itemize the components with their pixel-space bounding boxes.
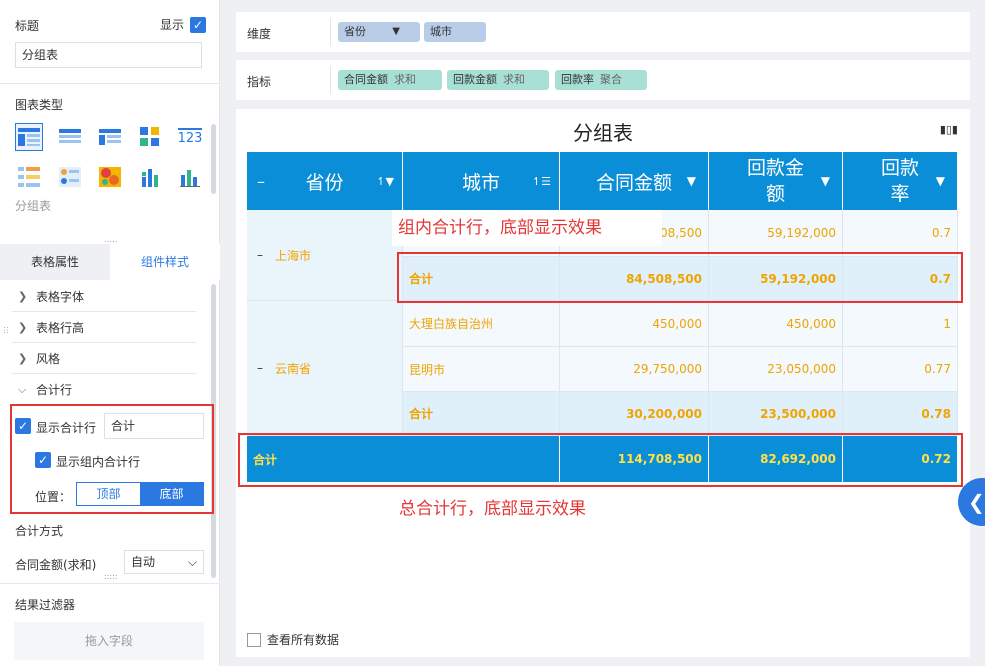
property-tabs: 表格属性 组件样式 <box>0 244 220 280</box>
position-label: 位置： <box>35 490 72 504</box>
payment-amount-cell: 23,050,000 <box>709 347 843 392</box>
agg-method-label: 合计方式 <box>15 524 64 538</box>
group-total-annotation: 组内合计行，底部显示效果 <box>392 210 662 246</box>
grouped-table-type-icon[interactable] <box>15 123 43 151</box>
selected-chart-type-name: 分组表 <box>15 199 52 213</box>
show-group-total-checkbox[interactable]: ✓ <box>35 452 51 468</box>
dropdown-arrow-icon[interactable]: ▼ <box>936 168 945 194</box>
tab-component-style[interactable]: 组件样式 <box>110 244 220 280</box>
province-cell-yunnan[interactable]: – 云南省 <box>247 301 403 436</box>
title-input[interactable]: 分组表 <box>15 42 202 68</box>
group-total-highlight <box>397 252 963 303</box>
measure-label: 指标 <box>247 75 272 89</box>
province-cell-shanghai[interactable]: – 上海市 <box>247 210 403 301</box>
tree-item-table-font[interactable]: ❯ 表格字体 <box>18 288 84 305</box>
tree-item-total-row[interactable]: ⌵ 合计行 <box>18 381 72 398</box>
checkbox-checked-icon[interactable]: ✓ <box>190 16 207 33</box>
tree-item-style[interactable]: ❯ 风格 <box>18 350 60 367</box>
city-cell: 昆明市 <box>403 347 560 392</box>
header-payment-rate[interactable]: 回款 率 ▼ <box>843 152 958 210</box>
subtotal-label-cell: 合计 <box>403 392 560 436</box>
subtotal-contract-amount: 30,200,000 <box>560 392 709 436</box>
dropdown-arrow-icon[interactable]: ▼ <box>687 174 696 188</box>
chevron-right-icon: ❯ <box>18 290 28 303</box>
agg-field-label: 合同金额(求和) <box>15 558 97 572</box>
toolbar-menu-icon[interactable]: ▮▯▮ <box>940 123 958 136</box>
table-title: 分组表 <box>573 121 633 145</box>
city-cell: 大理白族自治州 <box>403 301 560 347</box>
sort-icon[interactable]: ↿☰ <box>532 175 551 188</box>
show-total-label: 显示合计行 <box>36 421 97 435</box>
chevron-right-icon: ❯ <box>18 352 28 365</box>
dimension-chip-province[interactable]: 省份 ▼ <box>338 22 420 42</box>
payment-amount-cell: 450,000 <box>709 301 843 347</box>
tree-item-row-height[interactable]: ❯ 表格行高 <box>18 319 84 336</box>
measure-chip-contract-amount[interactable]: 合同金额 求和 <box>338 70 442 90</box>
result-filter-label: 结果过滤器 <box>15 598 76 612</box>
subtotal-payment-amount: 23,500,000 <box>709 392 843 436</box>
payment-amount-cell: 59,192,000 <box>709 210 843 257</box>
detail-table-type-icon[interactable] <box>56 123 84 151</box>
header-city[interactable]: 城市 ↿☰ <box>403 152 560 210</box>
heatmap-type-icon[interactable] <box>96 163 124 191</box>
contract-amount-cell: 29,750,000 <box>560 347 709 392</box>
measure-chip-payment-amount[interactable]: 回款金额 求和 <box>447 70 549 90</box>
header-contract-amount[interactable]: 合同金额 ▼ <box>560 152 709 210</box>
total-name-input[interactable]: 合计 <box>104 413 204 439</box>
position-bottom-option[interactable]: 底部 <box>140 483 203 505</box>
card-list-type-icon[interactable] <box>56 163 84 191</box>
colored-table-type-icon[interactable] <box>15 163 43 191</box>
chart-type-scrollbar[interactable] <box>211 124 216 194</box>
grand-total-highlight <box>238 433 963 487</box>
collapse-icon[interactable]: – <box>257 361 263 375</box>
cross-table-type-icon[interactable] <box>96 123 124 151</box>
show-group-total-label: 显示组内合计行 <box>56 455 141 469</box>
side-grip-icon[interactable]: ::: <box>2 326 11 334</box>
payment-rate-cell: 0.77 <box>843 347 958 392</box>
left-config-panel: 标题 显示 ✓ 分组表 图表类型 123 分组表 ::::: 表格属性 组件样式 <box>0 0 220 666</box>
checkbox-unchecked-icon[interactable] <box>247 632 261 647</box>
position-segmented-control: 顶部 底部 <box>76 482 204 506</box>
subtotal-payment-rate: 0.78 <box>843 392 958 436</box>
header-payment-amount[interactable]: 回款金 额 ▼ <box>709 152 843 210</box>
measure-bar: 指标 合同金额 求和 回款金额 求和 回款率 聚合 <box>236 60 970 100</box>
show-total-checkbox[interactable]: ✓ <box>15 418 31 434</box>
chart-type-label: 图表类型 <box>15 98 64 112</box>
title-label: 标题 <box>15 19 40 33</box>
resize-grip-icon[interactable]: ::::: <box>104 572 117 581</box>
show-title-toggle[interactable]: 显示 ✓ <box>160 16 207 33</box>
contract-amount-cell: 450,000 <box>560 301 709 347</box>
filter-icon[interactable]: ▼ <box>392 22 400 42</box>
collapse-icon[interactable]: – <box>257 248 263 262</box>
dimension-label: 维度 <box>247 27 272 41</box>
dimension-chip-city[interactable]: 城市 <box>424 22 486 42</box>
bar-chart-type-icon[interactable] <box>176 163 204 191</box>
grand-total-annotation: 总合计行，底部显示效果 <box>399 499 586 519</box>
view-all-label: 查看所有数据 <box>267 633 340 647</box>
collapse-icon[interactable]: – <box>257 172 265 191</box>
position-top-option[interactable]: 顶部 <box>77 483 140 505</box>
chevron-left-icon: ❮ <box>968 490 985 514</box>
chevron-right-icon: ❯ <box>18 321 28 334</box>
dropdown-arrow-icon[interactable]: ▼ <box>821 168 830 194</box>
payment-rate-cell: 0.7 <box>843 210 958 257</box>
sort-filter-icon[interactable]: ↿▼ <box>376 175 394 188</box>
payment-rate-cell: 1 <box>843 301 958 347</box>
measure-chip-payment-rate[interactable]: 回款率 聚合 <box>555 70 647 90</box>
show-label: 显示 <box>160 18 185 32</box>
tab-table-properties[interactable]: 表格属性 <box>0 244 110 280</box>
number-123-type-icon[interactable]: 123 <box>176 123 204 151</box>
kpi-grid-type-icon[interactable] <box>136 123 164 151</box>
dimension-bar: 维度 省份 ▼ 城市 <box>236 12 970 52</box>
filter-drop-zone[interactable]: 拖入字段 <box>14 622 204 660</box>
agg-method-select[interactable]: 自动 ⌵ <box>124 550 204 574</box>
divider <box>0 83 220 84</box>
chevron-down-icon: ⌵ <box>18 382 27 396</box>
stacked-bar-type-icon[interactable] <box>136 163 164 191</box>
chevron-down-icon: ⌵ <box>187 555 197 569</box>
view-all-data-toggle[interactable]: 查看所有数据 <box>247 631 339 648</box>
header-province[interactable]: – 省份 ↿▼ <box>247 152 403 210</box>
